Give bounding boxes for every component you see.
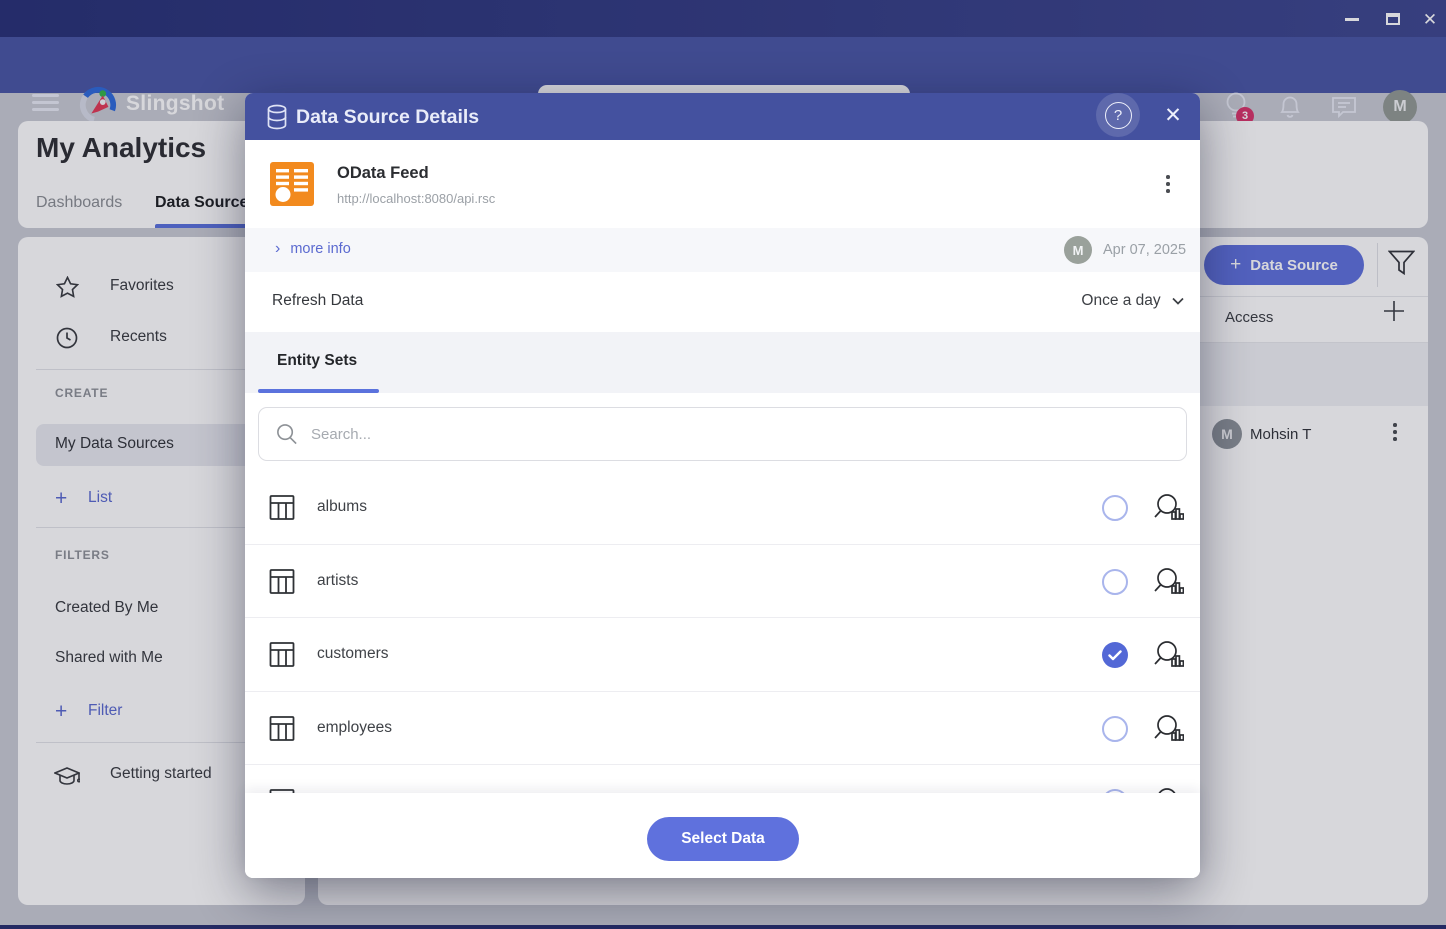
modal-footer: Select Data bbox=[245, 793, 1200, 878]
refresh-data-label: Refresh Data bbox=[272, 292, 363, 310]
chevron-down-icon bbox=[1172, 297, 1184, 305]
entity-row-artists[interactable]: artists bbox=[245, 545, 1200, 619]
entity-search[interactable] bbox=[258, 407, 1187, 461]
entity-label: employees bbox=[317, 719, 392, 737]
database-icon bbox=[266, 104, 288, 135]
entity-row-partial[interactable] bbox=[245, 765, 1200, 793]
app-window: ✕ Slingshot ‹ › 3 M bbox=[0, 0, 1446, 929]
owner-avatar: M bbox=[1064, 236, 1092, 264]
entity-search-input[interactable] bbox=[311, 426, 1170, 443]
entity-select-checkbox[interactable] bbox=[1102, 495, 1128, 521]
close-modal-icon[interactable]: ✕ bbox=[1160, 102, 1186, 128]
refresh-frequency-value: Once a day bbox=[1081, 292, 1160, 309]
entity-select-checkbox[interactable] bbox=[1102, 569, 1128, 595]
modal-title: Data Source Details bbox=[296, 106, 479, 129]
entity-label: artists bbox=[317, 572, 358, 590]
help-button[interactable]: ? bbox=[1096, 93, 1140, 137]
search-icon bbox=[275, 422, 298, 446]
refresh-data-row: Refresh Data Once a day bbox=[245, 272, 1200, 332]
more-info-label: more info bbox=[290, 241, 350, 257]
entity-select-checkbox-checked[interactable] bbox=[1102, 642, 1128, 668]
more-info-toggle[interactable]: › more info bbox=[275, 240, 351, 258]
modal-tab-bar: Entity Sets bbox=[245, 332, 1200, 393]
entity-list: albums artists customers employe bbox=[245, 471, 1200, 793]
check-icon bbox=[1108, 650, 1122, 661]
chevron-right-icon: › bbox=[275, 240, 280, 257]
table-icon bbox=[269, 494, 295, 526]
entity-row-customers[interactable]: customers bbox=[245, 618, 1200, 692]
select-data-button[interactable]: Select Data bbox=[647, 817, 799, 861]
entity-row-albums[interactable]: albums bbox=[245, 471, 1200, 545]
preview-data-icon[interactable] bbox=[1153, 714, 1184, 749]
active-tab-underline bbox=[258, 389, 379, 393]
table-icon bbox=[269, 715, 295, 747]
table-icon bbox=[269, 568, 295, 600]
tab-entity-sets[interactable]: Entity Sets bbox=[277, 352, 357, 370]
table-icon bbox=[269, 641, 295, 673]
refresh-frequency-dropdown[interactable]: Once a day bbox=[1081, 292, 1184, 310]
entity-label: albums bbox=[317, 498, 367, 516]
source-menu-kebab-icon[interactable] bbox=[1166, 175, 1170, 196]
preview-data-icon[interactable] bbox=[1153, 493, 1184, 528]
help-icon: ? bbox=[1105, 102, 1132, 129]
entity-select-checkbox[interactable] bbox=[1102, 716, 1128, 742]
odata-feed-icon bbox=[269, 161, 315, 212]
more-info-bar: › more info M Apr 07, 2025 bbox=[245, 228, 1200, 272]
source-url: http://localhost:8080/api.rsc bbox=[337, 191, 495, 206]
created-date: Apr 07, 2025 bbox=[1103, 242, 1186, 258]
entity-label: customers bbox=[317, 645, 389, 663]
source-name: OData Feed bbox=[337, 164, 429, 183]
preview-data-icon[interactable] bbox=[1153, 567, 1184, 602]
entity-row-employees[interactable]: employees bbox=[245, 692, 1200, 766]
modal-header: Data Source Details ? ✕ bbox=[245, 93, 1200, 140]
data-source-details-modal: Data Source Details ? ✕ OData Feed http:… bbox=[245, 93, 1200, 878]
preview-data-icon[interactable] bbox=[1153, 640, 1184, 675]
